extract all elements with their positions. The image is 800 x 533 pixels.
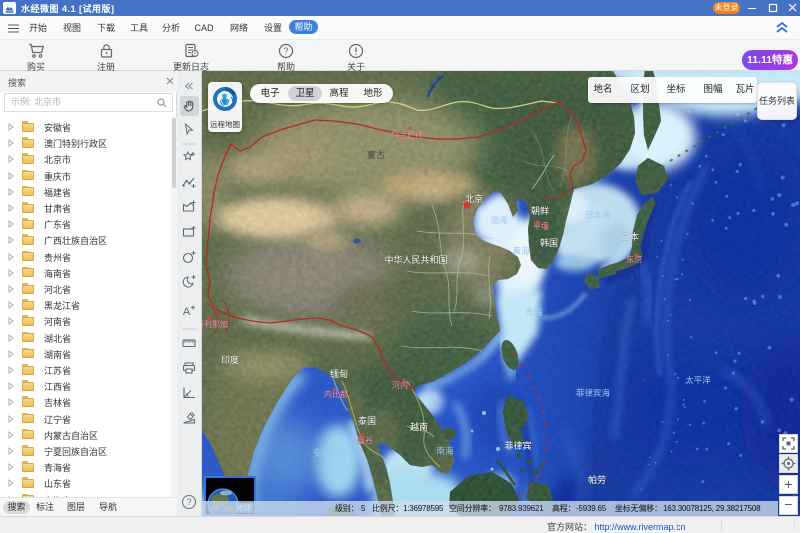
svg-text:A: A: [183, 306, 191, 318]
svg-text:内比都: 内比都: [324, 389, 348, 399]
svg-text:?: ?: [186, 497, 191, 507]
svg-text:太平洋: 太平洋: [685, 375, 711, 385]
svg-text:东京: 东京: [626, 254, 642, 264]
svg-text:印度: 印度: [221, 354, 239, 365]
svg-text:斯利那加: 斯利那加: [202, 319, 228, 329]
svg-text:日本海: 日本海: [585, 210, 611, 220]
svg-text:乌兰巴托: 乌兰巴托: [391, 130, 423, 140]
svg-text:日本: 日本: [621, 231, 639, 242]
svg-text:泰国: 泰国: [358, 415, 376, 426]
svg-text:菲律宾海: 菲律宾海: [576, 388, 611, 398]
svg-text:越南: 越南: [410, 421, 428, 432]
svg-text:菲律宾: 菲律宾: [504, 440, 531, 451]
svg-text:平壤: 平壤: [533, 221, 549, 231]
svg-text:韩国: 韩国: [540, 237, 558, 248]
svg-text:黄海: 黄海: [512, 246, 530, 256]
svg-text:曼谷: 曼谷: [357, 436, 373, 445]
svg-text:安达曼海: 安达曼海: [313, 448, 348, 458]
svg-text:?: ?: [283, 46, 288, 56]
svg-text:河内: 河内: [392, 380, 408, 390]
svg-text:帕劳: 帕劳: [588, 474, 606, 485]
svg-text:中华人民共和国: 中华人民共和国: [384, 254, 447, 265]
svg-text:蒙古: 蒙古: [367, 149, 385, 160]
svg-text:缅甸: 缅甸: [330, 368, 348, 379]
svg-text:渤海: 渤海: [490, 215, 508, 225]
svg-text:南海: 南海: [436, 446, 454, 456]
svg-text:朝鲜: 朝鲜: [531, 205, 549, 216]
svg-text:东海: 东海: [525, 307, 543, 317]
